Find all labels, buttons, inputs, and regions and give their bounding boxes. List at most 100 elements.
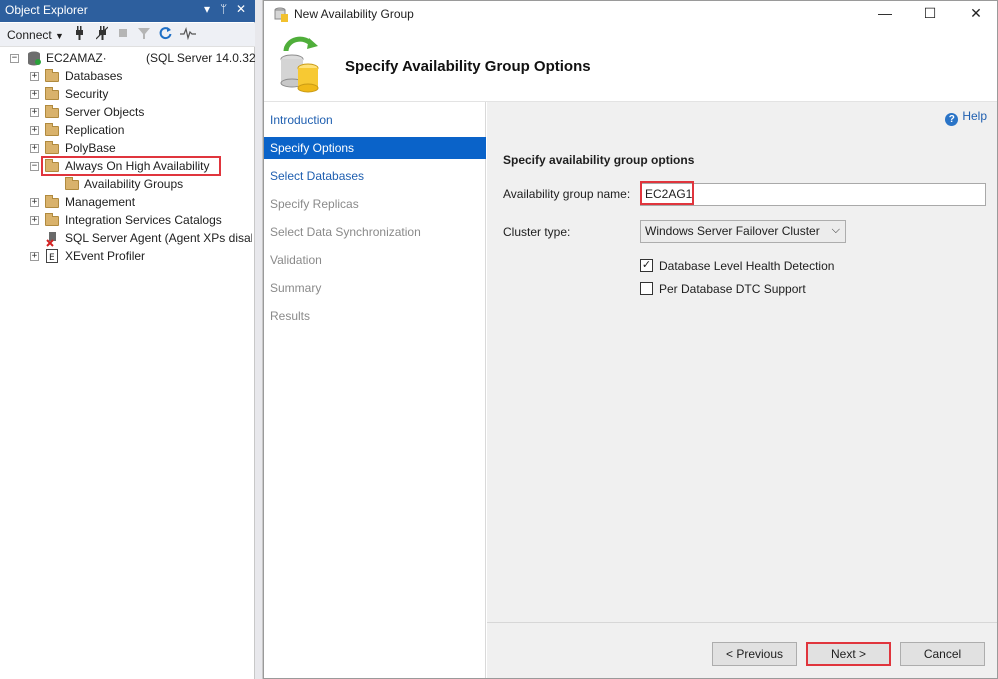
expand-icon[interactable]: + [30, 144, 39, 153]
nav-specify-replicas: Specify Replicas [270, 197, 359, 211]
tree-label: Security [65, 87, 109, 101]
object-explorer-tree: − EC2AMAZ· (SQL Server 14.0.328 + Databa… [0, 47, 262, 679]
folder-icon [45, 123, 59, 136]
options-content: ? Help Specify availability group options… [487, 102, 997, 622]
minimize-icon[interactable]: — [875, 5, 895, 23]
tree-node-management[interactable]: + Management [0, 194, 252, 212]
help-label: Help [962, 109, 987, 123]
object-explorer-panel: Object Explorer ▾ ᛘ ✕ Connect ▼ − EC2AMA… [0, 0, 262, 679]
always-on-highlight-box [41, 156, 221, 176]
section-heading: Specify availability group options [503, 153, 695, 167]
connect-plug-icon[interactable] [73, 26, 85, 43]
tree-node-security[interactable]: + Security [0, 86, 252, 104]
help-icon: ? [945, 113, 959, 126]
folder-icon [45, 141, 59, 154]
tree-node-server[interactable]: − EC2AMAZ· (SQL Server 14.0.328 [0, 50, 262, 68]
availability-group-app-icon [274, 6, 288, 22]
folder-icon [45, 69, 59, 82]
health-detection-label: Database Level Health Detection [659, 259, 835, 273]
disconnect-icon[interactable] [95, 26, 109, 43]
folder-icon [65, 177, 79, 190]
collapse-icon[interactable]: − [30, 162, 39, 171]
expand-icon[interactable]: + [30, 90, 39, 99]
nav-specify-options[interactable]: Specify Options [264, 137, 486, 159]
connect-button[interactable]: Connect ▼ [7, 28, 64, 42]
dtc-support-label: Per Database DTC Support [659, 282, 806, 296]
tree-label: SQL Server Agent (Agent XPs disabl [65, 231, 252, 245]
nav-results: Results [270, 309, 311, 323]
help-link[interactable]: ? Help [945, 109, 987, 126]
filter-icon[interactable] [138, 26, 150, 43]
chevron-down-icon: ▼ [55, 31, 64, 41]
tree-node-server-objects[interactable]: + Server Objects [0, 104, 252, 122]
tree-node-availability-groups[interactable]: Availability Groups [0, 176, 252, 194]
previous-button[interactable]: < Previous [712, 642, 797, 666]
tree-label: Replication [65, 123, 125, 137]
page-title: Specify Availability Group Options [345, 58, 591, 75]
tree-node-sql-server-agent[interactable]: SQL Server Agent (Agent XPs disabl [0, 230, 252, 248]
tree-label: Server Objects [65, 105, 145, 119]
object-explorer-title: Object Explorer [5, 3, 88, 17]
ag-name-highlight-box [640, 181, 694, 205]
pin-icon[interactable]: ᛘ [220, 2, 227, 16]
refresh-icon[interactable] [159, 26, 172, 43]
expand-icon[interactable]: + [30, 198, 39, 207]
tree-label: Integration Services Catalogs [65, 213, 222, 227]
expand-icon[interactable]: + [30, 126, 39, 135]
folder-icon [45, 213, 59, 226]
stop-icon[interactable] [117, 26, 129, 43]
panel-dropdown-icon[interactable]: ▾ [204, 2, 210, 16]
tree-node-xevent-profiler[interactable]: + E XEvent Profiler [0, 248, 252, 266]
tree-node-replication[interactable]: + Replication [0, 122, 252, 140]
collapse-icon[interactable]: − [10, 54, 19, 63]
tree-node-databases[interactable]: + Databases [0, 68, 252, 86]
maximize-icon[interactable]: ☐ [920, 5, 940, 23]
chevron-down-icon: ⌵ [831, 224, 840, 236]
folder-icon [45, 105, 59, 118]
cluster-type-select[interactable]: Windows Server Failover Cluster ⌵ [640, 220, 846, 243]
dialog-title: New Availability Group [294, 7, 414, 21]
health-detection-checkbox[interactable]: ✓ [640, 259, 653, 272]
new-availability-group-dialog: New Availability Group — ☐ ✕ Specify Ava… [263, 0, 998, 679]
object-explorer-toolbar: Connect ▼ [0, 23, 255, 47]
ag-name-label: Availability group name: [503, 187, 631, 201]
nav-introduction[interactable]: Introduction [264, 109, 486, 131]
panel-splitter[interactable] [255, 0, 263, 679]
folder-icon [45, 195, 59, 208]
tree-node-integration-services[interactable]: + Integration Services Catalogs [0, 212, 252, 230]
tree-label: XEvent Profiler [65, 249, 146, 263]
xevent-profiler-icon: E [46, 249, 59, 267]
tree-label: PolyBase [65, 141, 116, 155]
cluster-type-value: Windows Server Failover Cluster [645, 224, 820, 238]
expand-icon[interactable]: + [30, 108, 39, 117]
svg-text:E: E [49, 253, 55, 263]
tree-label: Management [65, 195, 136, 209]
agent-disabled-icon [46, 232, 60, 248]
nav-select-data-sync: Select Data Synchronization [270, 225, 421, 239]
next-button[interactable]: Next > [806, 642, 891, 666]
expand-icon[interactable]: + [30, 252, 39, 261]
connect-label: Connect [7, 28, 52, 42]
database-sync-icon [278, 35, 324, 95]
dtc-support-checkbox[interactable] [640, 282, 653, 295]
wizard-footer: < Previous Next > Cancel [487, 622, 997, 678]
nav-summary: Summary [270, 281, 322, 295]
server-name: EC2AMAZ· [46, 51, 107, 65]
activity-monitor-icon[interactable] [180, 26, 196, 43]
wizard-banner: Specify Availability Group Options [264, 28, 997, 102]
object-explorer-titlebar: Object Explorer ▾ ᛘ ✕ [0, 0, 255, 22]
panel-close-icon[interactable]: ✕ [236, 2, 246, 16]
wizard-nav: Introduction Specify Options Select Data… [264, 102, 486, 678]
cancel-button[interactable]: Cancel [900, 642, 985, 666]
server-version: (SQL Server 14.0.328 [146, 51, 263, 65]
expand-icon[interactable]: + [30, 72, 39, 81]
nav-select-databases[interactable]: Select Databases [264, 165, 486, 187]
close-icon[interactable]: ✕ [966, 5, 986, 23]
expand-icon[interactable]: + [30, 216, 39, 225]
cluster-type-label: Cluster type: [503, 225, 571, 239]
folder-icon [45, 87, 59, 100]
tree-label: Databases [65, 69, 123, 83]
dialog-titlebar: New Availability Group — ☐ ✕ [264, 1, 997, 28]
nav-validation: Validation [270, 253, 322, 267]
tree-label: Availability Groups [84, 177, 184, 191]
